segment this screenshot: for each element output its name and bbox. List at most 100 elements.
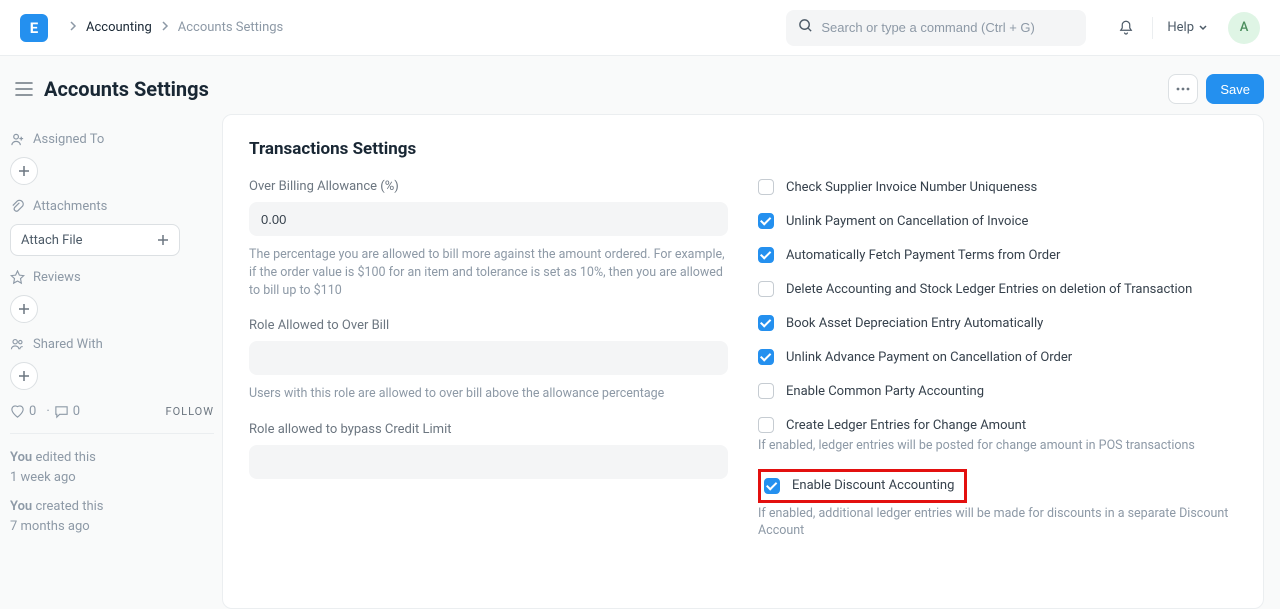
attach-file-button[interactable]: Attach File bbox=[10, 224, 180, 256]
activity-entry: You edited this 1 week ago bbox=[10, 448, 214, 487]
brand-logo[interactable]: E bbox=[20, 14, 48, 42]
over-billing-help: The percentage you are allowed to bill m… bbox=[249, 246, 728, 300]
activity-text: created this bbox=[35, 499, 103, 514]
hamburger-icon bbox=[15, 82, 33, 96]
over-billing-input[interactable] bbox=[249, 202, 728, 236]
activity-who: You bbox=[10, 499, 32, 514]
setting-checkbox-row: Unlink Advance Payment on Cancellation o… bbox=[758, 349, 1237, 365]
setting-checkbox-row: Enable Common Party Accounting bbox=[758, 383, 1237, 399]
activity-text: edited this bbox=[35, 450, 95, 465]
sidebar: Assigned To Attachments Attach File Revi… bbox=[0, 114, 222, 609]
attachments-label: Attachments bbox=[10, 199, 214, 214]
checkbox-label: Unlink Payment on Cancellation of Invoic… bbox=[786, 214, 1028, 229]
checkbox[interactable] bbox=[758, 417, 774, 433]
menu-toggle[interactable] bbox=[12, 77, 36, 101]
page-body: Accounts Settings Save Assigned To Attac… bbox=[0, 56, 1280, 609]
help-menu[interactable]: Help bbox=[1159, 20, 1216, 35]
activity-time: 1 week ago bbox=[10, 470, 76, 485]
like-button[interactable]: 0 bbox=[10, 404, 36, 419]
breadcrumb-accounting[interactable]: Accounting bbox=[86, 20, 152, 35]
save-button[interactable]: Save bbox=[1206, 74, 1264, 104]
checkbox[interactable] bbox=[758, 179, 774, 195]
role-bypass-input[interactable] bbox=[249, 445, 728, 479]
user-icon bbox=[10, 132, 25, 147]
checkbox[interactable] bbox=[758, 281, 774, 297]
role-overbill-input[interactable] bbox=[249, 341, 728, 375]
plus-icon bbox=[157, 234, 169, 246]
plus-icon bbox=[18, 370, 30, 382]
assigned-to-text: Assigned To bbox=[33, 132, 104, 147]
dot-separator: · bbox=[46, 404, 49, 419]
engagement-bar: 0 · 0 FOLLOW bbox=[10, 404, 214, 419]
bell-icon[interactable] bbox=[1116, 18, 1136, 38]
reviews-text: Reviews bbox=[33, 270, 81, 285]
plus-icon bbox=[18, 165, 30, 177]
avatar[interactable]: A bbox=[1228, 12, 1260, 44]
checkbox[interactable] bbox=[758, 349, 774, 365]
checkbox-label: Delete Accounting and Stock Ledger Entri… bbox=[786, 282, 1192, 297]
checkbox-label: Unlink Advance Payment on Cancellation o… bbox=[786, 350, 1072, 365]
checkbox-label: Create Ledger Entries for Change Amount bbox=[786, 418, 1026, 433]
activity-who: You bbox=[10, 450, 32, 465]
divider bbox=[1152, 17, 1153, 39]
checkbox[interactable] bbox=[758, 383, 774, 399]
reviews-label: Reviews bbox=[10, 270, 214, 285]
dots-icon bbox=[1176, 87, 1190, 91]
checkbox-help: If enabled, ledger entries will be poste… bbox=[758, 437, 1237, 455]
setting-checkbox-row: Unlink Payment on Cancellation of Invoic… bbox=[758, 213, 1237, 229]
plus-icon bbox=[18, 303, 30, 315]
paperclip-icon bbox=[10, 199, 25, 214]
checkbox-help: If enabled, additional ledger entries wi… bbox=[758, 505, 1237, 540]
heart-icon bbox=[10, 404, 25, 419]
search-box[interactable] bbox=[786, 10, 1086, 46]
right-column: Check Supplier Invoice Number Uniqueness… bbox=[758, 179, 1237, 554]
checkbox-label: Enable Common Party Accounting bbox=[786, 384, 984, 399]
star-icon bbox=[10, 270, 25, 285]
help-label: Help bbox=[1167, 20, 1194, 35]
checkbox-label: Automatically Fetch Payment Terms from O… bbox=[786, 248, 1060, 263]
chevron-right-icon bbox=[68, 20, 78, 35]
activity-entry: You created this 7 months ago bbox=[10, 497, 214, 536]
role-overbill-help: Users with this role are allowed to over… bbox=[249, 385, 728, 403]
settings-panel: Transactions Settings Over Billing Allow… bbox=[222, 114, 1264, 609]
setting-checkbox-row: Create Ledger Entries for Change Amount bbox=[758, 417, 1237, 433]
breadcrumb-current: Accounts Settings bbox=[178, 20, 284, 35]
panel-title: Transactions Settings bbox=[249, 139, 1237, 159]
role-overbill-label: Role Allowed to Over Bill bbox=[249, 318, 728, 333]
setting-checkbox-row: Delete Accounting and Stock Ledger Entri… bbox=[758, 281, 1237, 297]
page-titlebar: Accounts Settings Save bbox=[0, 56, 1280, 114]
checkbox[interactable] bbox=[758, 247, 774, 263]
checkbox[interactable] bbox=[764, 478, 780, 494]
comment-button[interactable]: 0 bbox=[54, 404, 80, 419]
highlighted-setting: Enable Discount Accounting bbox=[758, 469, 967, 503]
attach-file-label: Attach File bbox=[21, 233, 157, 248]
comment-count: 0 bbox=[73, 404, 80, 419]
comment-icon bbox=[54, 404, 69, 419]
chevron-right-icon bbox=[160, 20, 170, 35]
page-title: Accounts Settings bbox=[44, 77, 209, 101]
activity-time: 7 months ago bbox=[10, 519, 90, 534]
checkbox-label: Book Asset Depreciation Entry Automatica… bbox=[786, 316, 1043, 331]
attachments-text: Attachments bbox=[33, 199, 107, 214]
add-review-button[interactable] bbox=[10, 295, 38, 323]
shared-with-label: Shared With bbox=[10, 337, 214, 352]
chevron-down-icon bbox=[1198, 23, 1208, 33]
role-bypass-label: Role allowed to bypass Credit Limit bbox=[249, 422, 728, 437]
setting-checkbox-row: Automatically Fetch Payment Terms from O… bbox=[758, 247, 1237, 263]
navbar: E Accounting Accounts Settings Help A bbox=[0, 0, 1280, 56]
users-icon bbox=[10, 337, 25, 352]
follow-button[interactable]: FOLLOW bbox=[166, 405, 214, 418]
checkbox-label: Enable Discount Accounting bbox=[792, 478, 954, 493]
left-column: Over Billing Allowance (%) The percentag… bbox=[249, 179, 728, 554]
search-icon bbox=[798, 18, 813, 37]
setting-checkbox-row: Book Asset Depreciation Entry Automatica… bbox=[758, 315, 1237, 331]
checkbox[interactable] bbox=[758, 213, 774, 229]
more-button[interactable] bbox=[1168, 74, 1198, 104]
checkbox-label: Check Supplier Invoice Number Uniqueness bbox=[786, 180, 1037, 195]
checkbox[interactable] bbox=[758, 315, 774, 331]
search-input[interactable] bbox=[821, 20, 1061, 35]
add-share-button[interactable] bbox=[10, 362, 38, 390]
shared-with-text: Shared With bbox=[33, 337, 103, 352]
add-assignee-button[interactable] bbox=[10, 157, 38, 185]
assigned-to-label: Assigned To bbox=[10, 132, 214, 147]
